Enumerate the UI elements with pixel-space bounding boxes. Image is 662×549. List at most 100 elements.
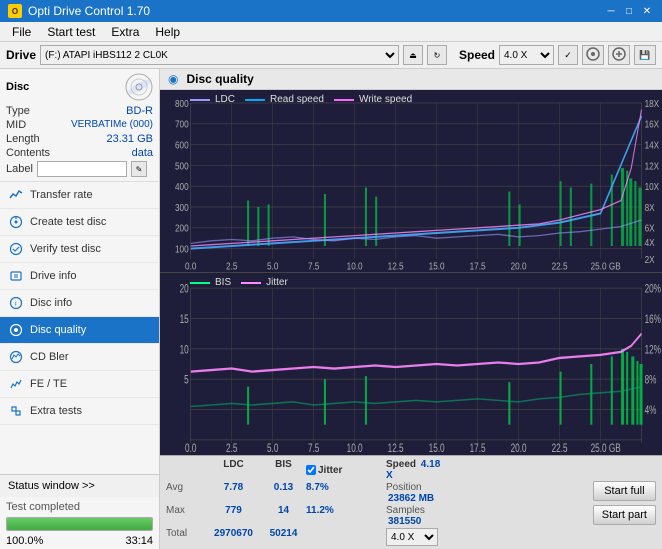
svg-text:20: 20: [180, 283, 189, 296]
svg-text:10X: 10X: [645, 181, 660, 192]
speed-select-stats[interactable]: 4.0 X: [386, 528, 438, 546]
progress-bar-fill: [7, 518, 152, 530]
nav-label-fe-te: FE / TE: [30, 378, 67, 390]
svg-text:8X: 8X: [645, 202, 656, 213]
svg-text:8%: 8%: [645, 374, 657, 387]
sidebar-item-create-test-disc[interactable]: Create test disc: [0, 209, 159, 236]
label-input[interactable]: [37, 161, 127, 177]
speed-apply-button[interactable]: ✓: [558, 45, 578, 65]
svg-text:25.0 GB: 25.0 GB: [591, 443, 621, 455]
app-title: Opti Drive Control 1.70: [28, 4, 150, 18]
sidebar-item-extra-tests[interactable]: Extra tests: [0, 398, 159, 425]
menu-start-test[interactable]: Start test: [39, 23, 103, 41]
max-ldc: 779: [206, 505, 261, 527]
total-bis: 50214: [261, 528, 306, 546]
left-panel: Disc Type BD-R MID VERBATIMe (000): [0, 69, 160, 549]
disc-panel: Disc Type BD-R MID VERBATIMe (000): [0, 69, 159, 182]
max-jitter: 11.2%: [306, 505, 386, 527]
fe-te-icon: [8, 376, 24, 392]
legend-ldc: LDC: [190, 94, 235, 105]
bottom-chart-legend: BIS Jitter: [190, 277, 288, 288]
disc-info-icon: i: [8, 295, 24, 311]
length-label: Length: [6, 133, 40, 145]
right-panel: ◉ Disc quality LDC Read speed Write spee…: [160, 69, 662, 549]
svg-text:10.0: 10.0: [347, 443, 363, 455]
legend-write-speed: Write speed: [334, 94, 412, 105]
svg-text:12.5: 12.5: [388, 443, 404, 455]
sidebar-item-fe-te[interactable]: FE / TE: [0, 371, 159, 398]
minimize-button[interactable]: ─: [604, 4, 618, 18]
elapsed-time: 33:14: [125, 535, 153, 547]
nav-label-verify-test-disc: Verify test disc: [30, 243, 101, 255]
avg-bis: 0.13: [261, 482, 306, 504]
svg-text:25.0 GB: 25.0 GB: [591, 261, 621, 272]
contents-value: data: [132, 147, 153, 159]
top-bar: Drive (F:) ATAPI iHBS112 2 CL0K ⏏ ↻ Spee…: [0, 42, 662, 69]
sidebar-item-verify-test-disc[interactable]: Verify test disc: [0, 236, 159, 263]
chart-header-title: Disc quality: [186, 72, 253, 86]
drive-select[interactable]: (F:) ATAPI iHBS112 2 CL0K: [40, 45, 399, 65]
length-value: 23.31 GB: [107, 133, 153, 145]
svg-text:200: 200: [175, 223, 189, 234]
sidebar-item-disc-quality[interactable]: Disc quality: [0, 317, 159, 344]
svg-text:100: 100: [175, 244, 189, 255]
svg-text:12X: 12X: [645, 160, 660, 171]
maximize-button[interactable]: □: [622, 4, 636, 18]
sidebar-item-disc-info[interactable]: i Disc info: [0, 290, 159, 317]
transfer-rate-icon: [8, 187, 24, 203]
bottom-chart-svg: 20 15 10 5 20% 16% 12% 8% 4%: [160, 273, 662, 455]
svg-text:22.5: 22.5: [552, 261, 568, 272]
svg-text:14X: 14X: [645, 140, 660, 151]
sidebar-item-cd-bler[interactable]: CD Bler: [0, 344, 159, 371]
svg-text:7.5: 7.5: [308, 261, 319, 272]
progress-bar: [6, 517, 153, 531]
speed-select-top[interactable]: 4.0 X: [499, 45, 554, 65]
eject-button[interactable]: ⏏: [403, 45, 423, 65]
sidebar-nav: Transfer rate Create test disc Verify te…: [0, 182, 159, 474]
position-value: 23862 MB: [388, 493, 434, 504]
top-chart-svg: 800 700 600 500 400 300 200 100 18X 16X …: [160, 90, 662, 272]
drive-refresh-button[interactable]: ↻: [427, 45, 447, 65]
main-layout: Disc Type BD-R MID VERBATIMe (000): [0, 69, 662, 549]
close-button[interactable]: ✕: [640, 4, 654, 18]
svg-text:16%: 16%: [645, 314, 661, 327]
avg-label: Avg: [166, 482, 206, 504]
speed-label: Speed: [459, 48, 495, 62]
type-label: Type: [6, 105, 30, 117]
total-ldc: 2970670: [206, 528, 261, 546]
svg-text:15: 15: [180, 314, 189, 327]
svg-text:20.0: 20.0: [511, 443, 527, 455]
menu-file[interactable]: File: [4, 23, 39, 41]
svg-text:15.0: 15.0: [429, 261, 445, 272]
sidebar-item-drive-info[interactable]: Drive info: [0, 263, 159, 290]
save-button[interactable]: 💾: [634, 45, 656, 65]
svg-text:700: 700: [175, 119, 189, 130]
contents-label: Contents: [6, 147, 50, 159]
jitter-checkbox[interactable]: [306, 465, 316, 475]
disc-btn1[interactable]: [582, 45, 604, 65]
menu-bar: File Start test Extra Help: [0, 22, 662, 42]
samples-label: Samples: [386, 505, 425, 516]
stats-table: LDC BIS Jitter Speed 4.18 X Avg 7.78 0.1: [166, 459, 585, 546]
status-window-button[interactable]: Status window >>: [0, 474, 159, 497]
svg-text:22.5: 22.5: [552, 443, 568, 455]
svg-text:5.0: 5.0: [267, 261, 278, 272]
mid-label: MID: [6, 119, 26, 131]
disc-btn2[interactable]: [608, 45, 630, 65]
top-chart: LDC Read speed Write speed: [160, 90, 662, 273]
position-label: Position: [386, 482, 422, 493]
svg-text:12.5: 12.5: [388, 261, 404, 272]
chart-header-icon: ◉: [168, 72, 178, 86]
jitter-header-area: Jitter: [306, 459, 386, 481]
mid-value: VERBATIMe (000): [71, 119, 153, 131]
menu-help[interactable]: Help: [147, 23, 188, 41]
label-edit-button[interactable]: ✎: [131, 161, 147, 177]
start-full-button[interactable]: Start full: [593, 481, 656, 501]
sidebar-item-transfer-rate[interactable]: Transfer rate: [0, 182, 159, 209]
disc-quality-icon: [8, 322, 24, 338]
title-bar: O Opti Drive Control 1.70 ─ □ ✕: [0, 0, 662, 22]
menu-extra[interactable]: Extra: [103, 23, 147, 41]
nav-label-transfer-rate: Transfer rate: [30, 189, 93, 201]
top-chart-legend: LDC Read speed Write speed: [190, 94, 412, 105]
avg-ldc: 7.78: [206, 482, 261, 504]
